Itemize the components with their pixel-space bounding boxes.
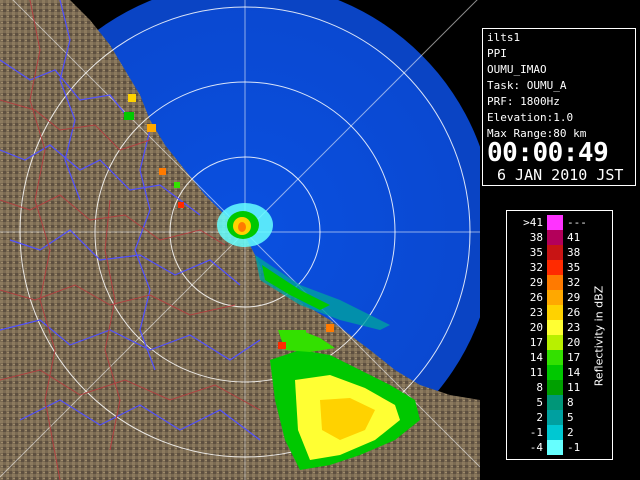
legend-low-value: 2 (536, 411, 543, 424)
scan-time: 00:00:49 (487, 138, 609, 168)
legend-high-value: 11 (567, 381, 581, 394)
legend-low-value: 17 (529, 336, 543, 349)
legend-swatch (547, 350, 563, 365)
prf-value: PRF: 1800Hz (487, 95, 560, 108)
legend-low-value: 38 (529, 231, 543, 244)
site-name: ilts1 (487, 31, 521, 44)
legend-swatch (547, 440, 563, 455)
scan-info-box: ilts1 PPI OUMU_IMAO Task: OUMU_A PRF: 18… (482, 28, 636, 186)
legend-high-value: 8 (567, 396, 574, 409)
legend-row: 38 41 (507, 230, 587, 245)
radar-ppi-display[interactable] (0, 0, 480, 480)
info-panel: ilts1 PPI OUMU_IMAO Task: OUMU_A PRF: 18… (480, 0, 640, 480)
legend-high-value: 29 (567, 291, 581, 304)
legend-low-value: 23 (529, 306, 543, 319)
legend-low-value: -4 (529, 441, 543, 454)
legend-row: 58 (507, 395, 587, 410)
scan-date: 6 JAN 2010 JST (497, 166, 624, 184)
legend-swatch (547, 425, 563, 440)
legend-row: >41 --- (507, 215, 587, 230)
legend-low-value: 5 (536, 396, 543, 409)
legend-row: 11 14 (507, 365, 587, 380)
legend-low-value: 26 (529, 291, 543, 304)
elevation-value: Elevation:1.0 (487, 111, 574, 124)
legend-row: 17 20 (507, 335, 587, 350)
legend-high-value: 5 (567, 411, 574, 424)
task-name: Task: OUMU_A (487, 79, 567, 92)
legend-title: Reflectivity in dBZ (589, 251, 609, 421)
legend-row: -4 -1 (507, 440, 587, 455)
legend-low-value: 29 (529, 276, 543, 289)
legend-swatch (547, 380, 563, 395)
legend-swatch (547, 305, 563, 320)
legend-swatch (547, 335, 563, 350)
legend-low-value: >41 (523, 216, 543, 229)
legend-row: 8 11 (507, 380, 587, 395)
legend-row: 20 23 (507, 320, 587, 335)
legend-low-value: 20 (529, 321, 543, 334)
legend-swatch (547, 245, 563, 260)
legend-swatch (547, 410, 563, 425)
legend-swatch (547, 215, 563, 230)
legend-high-value: 14 (567, 366, 581, 379)
legend-high-value: 2 (567, 426, 574, 439)
legend-row: 35 38 (507, 245, 587, 260)
legend-high-value: --- (567, 216, 587, 229)
legend-high-value: 17 (567, 351, 581, 364)
legend-high-value: 23 (567, 321, 581, 334)
legend-swatch (547, 290, 563, 305)
legend-high-value: 26 (567, 306, 581, 319)
scan-mode: PPI (487, 47, 507, 60)
product-name: OUMU_IMAO (487, 63, 547, 76)
legend-row: 14 17 (507, 350, 587, 365)
legend-swatch (547, 260, 563, 275)
legend-high-value: 32 (567, 276, 581, 289)
legend-low-value: -1 (529, 426, 543, 439)
legend-swatch (547, 275, 563, 290)
legend-high-value: 20 (567, 336, 581, 349)
legend-row: 23 26 (507, 305, 587, 320)
legend-row: -1 2 (507, 425, 587, 440)
legend-row: 26 29 (507, 290, 587, 305)
legend-low-value: 11 (529, 366, 543, 379)
legend-high-value: -1 (567, 441, 581, 454)
legend-high-value: 38 (567, 246, 581, 259)
legend-row: 32 35 (507, 260, 587, 275)
legend-low-value: 14 (529, 351, 543, 364)
legend-low-value: 35 (529, 246, 543, 259)
legend-swatch (547, 395, 563, 410)
legend-low-value: 8 (536, 381, 543, 394)
legend-swatch (547, 365, 563, 380)
legend-high-value: 35 (567, 261, 581, 274)
legend-title-text: Reflectivity in dBZ (592, 285, 606, 387)
legend-swatch (547, 320, 563, 335)
legend-low-value: 32 (529, 261, 543, 274)
legend-row: 29 32 (507, 275, 587, 290)
radar-map (0, 0, 480, 480)
legend-swatch (547, 230, 563, 245)
legend-row: 25 (507, 410, 587, 425)
reflectivity-legend: >41 --- 38 41 35 38 32 35 29 32 26 29 23 26 20 23 17 20 14… (506, 210, 613, 460)
legend-high-value: 41 (567, 231, 581, 244)
